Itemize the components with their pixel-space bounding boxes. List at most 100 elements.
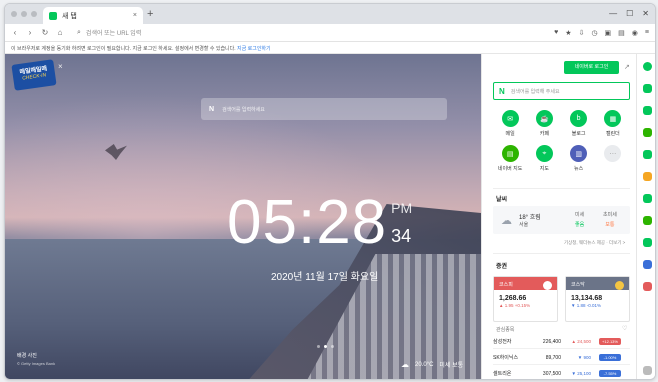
history-icon[interactable]: ◷ bbox=[591, 29, 597, 37]
window-dot-icon[interactable] bbox=[11, 11, 17, 17]
profile-icon[interactable]: ◉ bbox=[632, 29, 638, 37]
book-icon[interactable] bbox=[643, 172, 652, 181]
slide-dot-active[interactable] bbox=[324, 345, 327, 348]
table-row[interactable]: 삼성전자 226,400 ▲ 24,500 +12.13% bbox=[493, 335, 630, 349]
shop-icon[interactable] bbox=[643, 282, 652, 291]
stock-change: ▼ 900 bbox=[577, 355, 591, 360]
hero-weather-extra: 미세 보통 bbox=[439, 363, 464, 369]
index-card-kospi[interactable]: 코스피 1,268.66 ▲ 1.95 +0.15% bbox=[493, 276, 558, 322]
fine-dust-label: 미세 bbox=[575, 212, 585, 218]
new-tab-button[interactable]: + bbox=[147, 8, 153, 20]
clock-date: 2020년 11월 17일 화요일 bbox=[271, 272, 379, 283]
cafe-icon: ☕ bbox=[535, 110, 553, 127]
watchlist-label: 관심종목 bbox=[496, 327, 515, 333]
hero-search-placeholder: 검색어를 입력하세요 bbox=[222, 106, 265, 113]
clock-icon[interactable] bbox=[643, 238, 652, 247]
panel-search-input[interactable]: N 검색어를 입력해 주세요 bbox=[493, 82, 630, 100]
weather-card[interactable]: ☁ 18° 흐림 서울 미세 좋음 초미세 보통 bbox=[493, 206, 630, 234]
slide-dot[interactable] bbox=[317, 345, 320, 348]
index-name: 코스피 bbox=[499, 282, 513, 288]
fine-dust-value: 좋음 bbox=[575, 222, 585, 228]
naver-logo-icon: N bbox=[209, 105, 215, 113]
shortcut-mail[interactable]: ✉ 메일 bbox=[493, 110, 527, 137]
close-icon[interactable]: × bbox=[58, 62, 63, 71]
hero-background: 매일매일매 CHECK-IN × N 검색어를 입력하세요 05:28 PM 3… bbox=[5, 54, 481, 379]
window-dot-icon[interactable] bbox=[21, 11, 27, 17]
table-row[interactable]: 셀트리온 307,500 ▼ 25,100 -7.55% bbox=[493, 367, 630, 379]
shortcut-calendar[interactable]: ▦ 캘린더 bbox=[596, 110, 630, 137]
calendar-icon: ▦ bbox=[604, 110, 622, 127]
stock-name: 삼성전자 bbox=[493, 339, 512, 345]
tab-active[interactable]: 새 탭 × bbox=[43, 7, 143, 24]
tab-favicon-icon bbox=[49, 11, 57, 20]
clock-seconds: 34 bbox=[391, 226, 412, 246]
memo-icon[interactable] bbox=[643, 194, 652, 203]
photo-credit-title: 배경 사진 bbox=[17, 353, 37, 359]
checkin-badge[interactable]: 매일매일매 CHECK-IN bbox=[11, 59, 57, 91]
menu-icon[interactable]: ≡ bbox=[645, 29, 649, 37]
slide-dot[interactable] bbox=[331, 345, 334, 348]
slide-indicator bbox=[317, 345, 334, 348]
forward-icon[interactable]: › bbox=[26, 28, 34, 37]
address-bar[interactable]: ⌕ 검색어 또는 URL 입력 bbox=[71, 26, 548, 39]
heart-icon[interactable]: ♡ bbox=[622, 325, 627, 332]
tab-close-icon[interactable]: × bbox=[133, 12, 137, 19]
info-bar-link[interactable]: 지금 로그인하기 bbox=[237, 46, 271, 52]
table-row[interactable]: SK하이닉스 89,700 ▼ 900 -1.00% bbox=[493, 351, 630, 365]
tv-icon[interactable] bbox=[643, 260, 652, 269]
star-icon[interactable]: ★ bbox=[565, 29, 571, 37]
browser-window: 새 탭 × + — ☐ ✕ ‹ › ↻ ⌂ ⌕ 검색어 또는 URL 입력 ♥ … bbox=[4, 3, 656, 380]
shortcut-naver-map[interactable]: ▤ 네이버 지도 bbox=[493, 145, 527, 172]
shortcut-map[interactable]: ⌖ 지도 bbox=[527, 145, 561, 172]
settings-icon[interactable] bbox=[643, 366, 652, 375]
mail-icon[interactable] bbox=[643, 106, 652, 115]
window-dot-icon[interactable] bbox=[31, 11, 37, 17]
calendar-icon[interactable] bbox=[643, 128, 652, 137]
bookmark-icon[interactable]: ♥ bbox=[554, 29, 558, 37]
photo-credit-source: © Getty Images Bank bbox=[17, 361, 56, 366]
search-icon: ⌕ bbox=[77, 28, 81, 36]
hero-weather-temp: 20.0°C bbox=[415, 361, 434, 368]
finance-title: 증권 bbox=[496, 264, 508, 270]
home-icon[interactable]: ⌂ bbox=[56, 28, 64, 37]
stock-percent-badge: +12.13% bbox=[599, 338, 621, 345]
stock-change: ▲ 24,500 bbox=[571, 339, 591, 344]
close-window-icon[interactable]: ✕ bbox=[642, 9, 649, 18]
cafe-icon[interactable] bbox=[643, 150, 652, 159]
stock-percent-badge: -7.55% bbox=[599, 370, 621, 377]
shortcut-news[interactable]: ▥ 뉴스 bbox=[562, 145, 596, 172]
shortcut-label: 지도 bbox=[539, 166, 549, 172]
minimize-icon[interactable]: — bbox=[609, 9, 617, 18]
hero-search-bar[interactable]: N 검색어를 입력하세요 bbox=[201, 98, 447, 120]
login-button[interactable]: 네이버로 로그인 bbox=[564, 61, 619, 74]
shortcut-grid: ✉ 메일 ☕ 카페 b 블로그 ▦ 캘린더 ▤ 네이버 지도 ⌖ 지도 ▥ 뉴스… bbox=[493, 110, 630, 172]
info-bar: 이 브라우저로 계정을 동기화 하려면 로그인이 필요합니다. 지금 로그인 하… bbox=[5, 42, 655, 54]
index-card-kosdaq[interactable]: 코스닥 13,134.68 ▼ 1.88 -0.01% bbox=[565, 276, 630, 322]
tab-strip: 새 탭 × + — ☐ ✕ bbox=[5, 4, 655, 24]
add-icon[interactable] bbox=[643, 62, 652, 71]
download-icon[interactable]: ⇩ bbox=[579, 29, 585, 37]
external-link-icon[interactable]: ↗ bbox=[624, 63, 630, 71]
shortcut-label: 뉴스 bbox=[574, 166, 584, 172]
flag-icon bbox=[543, 281, 552, 290]
side-panel: 네이버로 로그인 ↗ N 검색어를 입력해 주세요 ✉ 메일 ☕ 카페 b 블로… bbox=[481, 54, 636, 379]
translate-icon[interactable] bbox=[643, 216, 652, 225]
stock-price: 89,700 bbox=[545, 354, 561, 361]
weather-links[interactable]: 기상청, 웨더뉴스 제공 · 더보기 > bbox=[564, 240, 625, 246]
shortcut-more[interactable]: ⋯ bbox=[596, 145, 630, 172]
stock-percent-badge: -1.00% bbox=[599, 354, 621, 361]
flag-icon bbox=[615, 281, 624, 290]
toolbar: ‹ › ↻ ⌂ ⌕ 검색어 또는 URL 입력 ♥ ★ ⇩ ◷ ▣ ▤ ◉ ≡ bbox=[5, 24, 655, 42]
panel-search-placeholder: 검색어를 입력해 주세요 bbox=[510, 88, 560, 95]
shortcut-cafe[interactable]: ☕ 카페 bbox=[527, 110, 561, 137]
shortcut-label: 네이버 지도 bbox=[497, 166, 523, 172]
hero-weather[interactable]: ☁ 20.0°C 미세 보통 bbox=[401, 360, 463, 369]
naver-icon[interactable] bbox=[643, 84, 652, 93]
sidebar-icon[interactable]: ▤ bbox=[618, 29, 625, 37]
extensions-icon[interactable]: ▣ bbox=[605, 29, 612, 37]
clock-ampm: PM bbox=[391, 200, 413, 216]
reload-icon[interactable]: ↻ bbox=[41, 28, 49, 37]
maximize-icon[interactable]: ☐ bbox=[626, 9, 633, 18]
back-icon[interactable]: ‹ bbox=[11, 28, 19, 37]
shortcut-blog[interactable]: b 블로그 bbox=[562, 110, 596, 137]
